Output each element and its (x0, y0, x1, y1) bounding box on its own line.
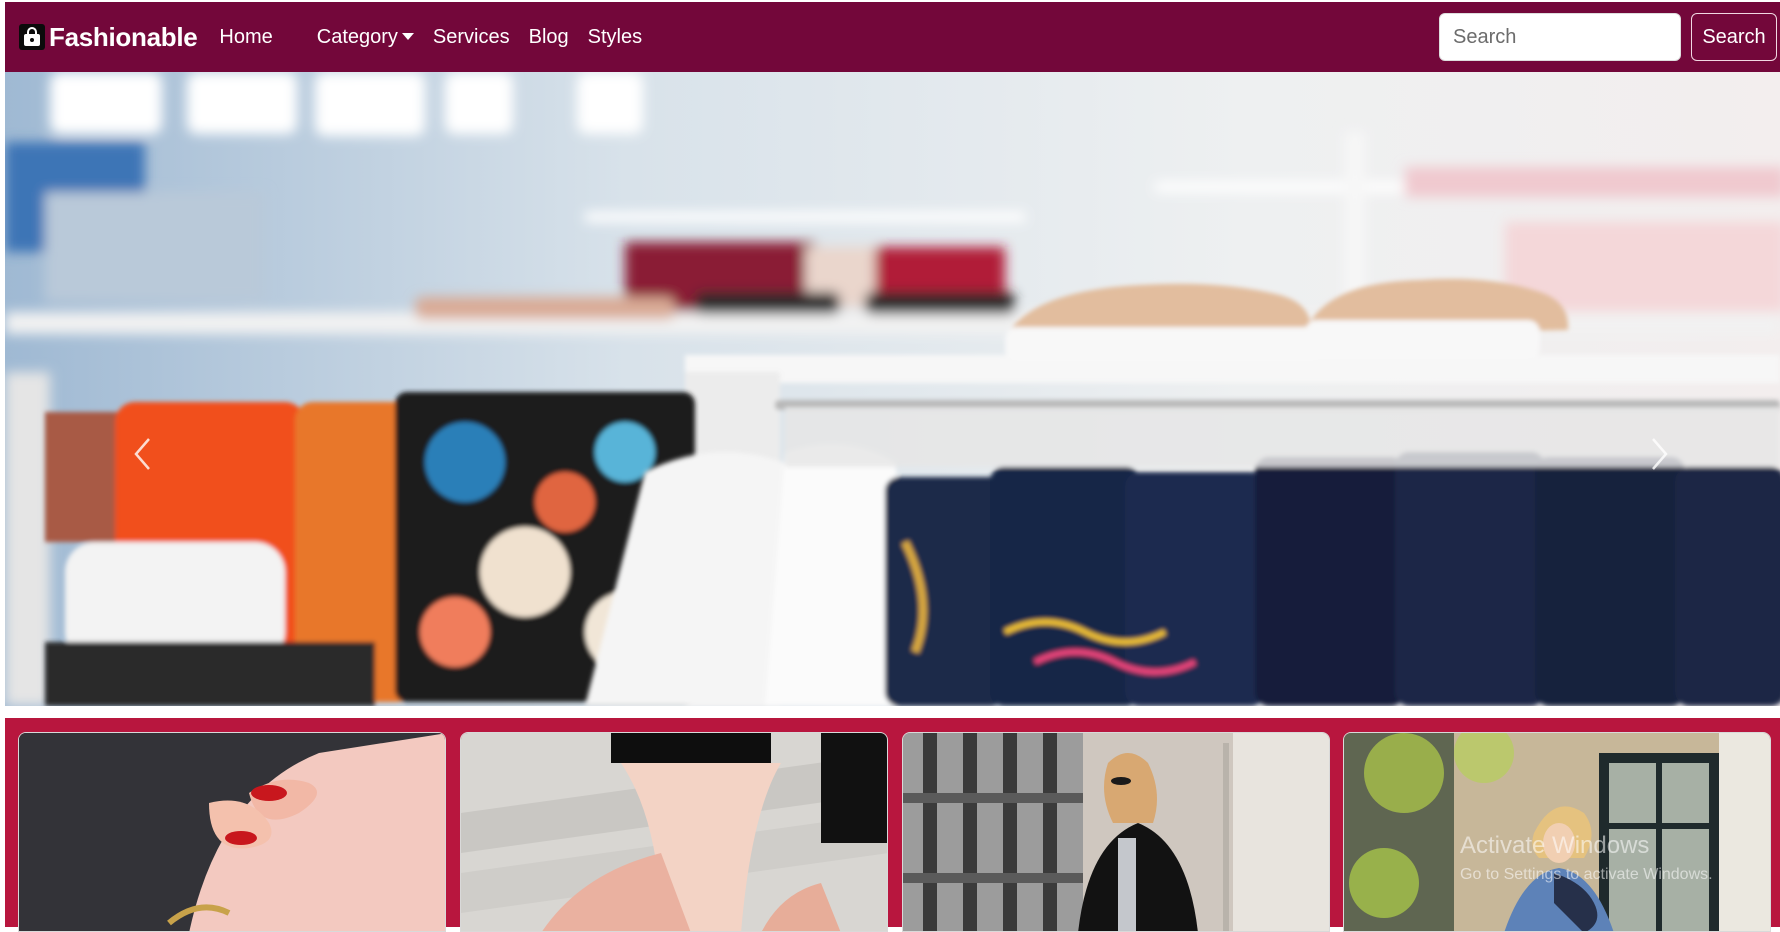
card-image-woman-shopping (1344, 733, 1770, 931)
search-input[interactable] (1439, 13, 1681, 61)
product-cards-section (5, 718, 1780, 932)
hero-carousel (5, 72, 1780, 706)
nav-links: Home Category Services Blog Styles (219, 26, 661, 49)
chevron-right-icon (1652, 438, 1668, 470)
nav-link-category-dropdown[interactable]: Category (317, 26, 414, 49)
search-form: Search (1439, 13, 1777, 61)
nav-link-styles[interactable]: Styles (588, 26, 642, 49)
product-card-shopping[interactable] (1343, 732, 1771, 932)
nav-link-blog[interactable]: Blog (529, 26, 569, 49)
chevron-left-icon (134, 438, 150, 470)
nav-link-home[interactable]: Home (219, 26, 272, 49)
navbar: Fashionable Home Category Services Blog … (5, 2, 1780, 72)
brand-name: Fashionable (49, 21, 198, 52)
product-card-shoes[interactable] (460, 732, 888, 932)
carousel-prev-button[interactable] (127, 432, 157, 476)
hero-image-clothing-store (5, 72, 1780, 706)
carousel-next-button[interactable] (1645, 432, 1675, 476)
card-image-handbag (19, 733, 445, 931)
card-image-woman-coat (903, 733, 1329, 931)
card-image-shoes (461, 733, 887, 931)
product-card-handbag[interactable] (18, 732, 446, 932)
brand-link[interactable]: Fashionable (19, 21, 198, 53)
nav-link-category-label: Category (316, 25, 398, 48)
shopping-bag-icon (19, 24, 45, 50)
product-card-coat[interactable] (902, 732, 1330, 932)
search-button[interactable]: Search (1691, 13, 1777, 61)
caret-down-icon (401, 32, 414, 40)
nav-link-services[interactable]: Services (433, 26, 510, 49)
